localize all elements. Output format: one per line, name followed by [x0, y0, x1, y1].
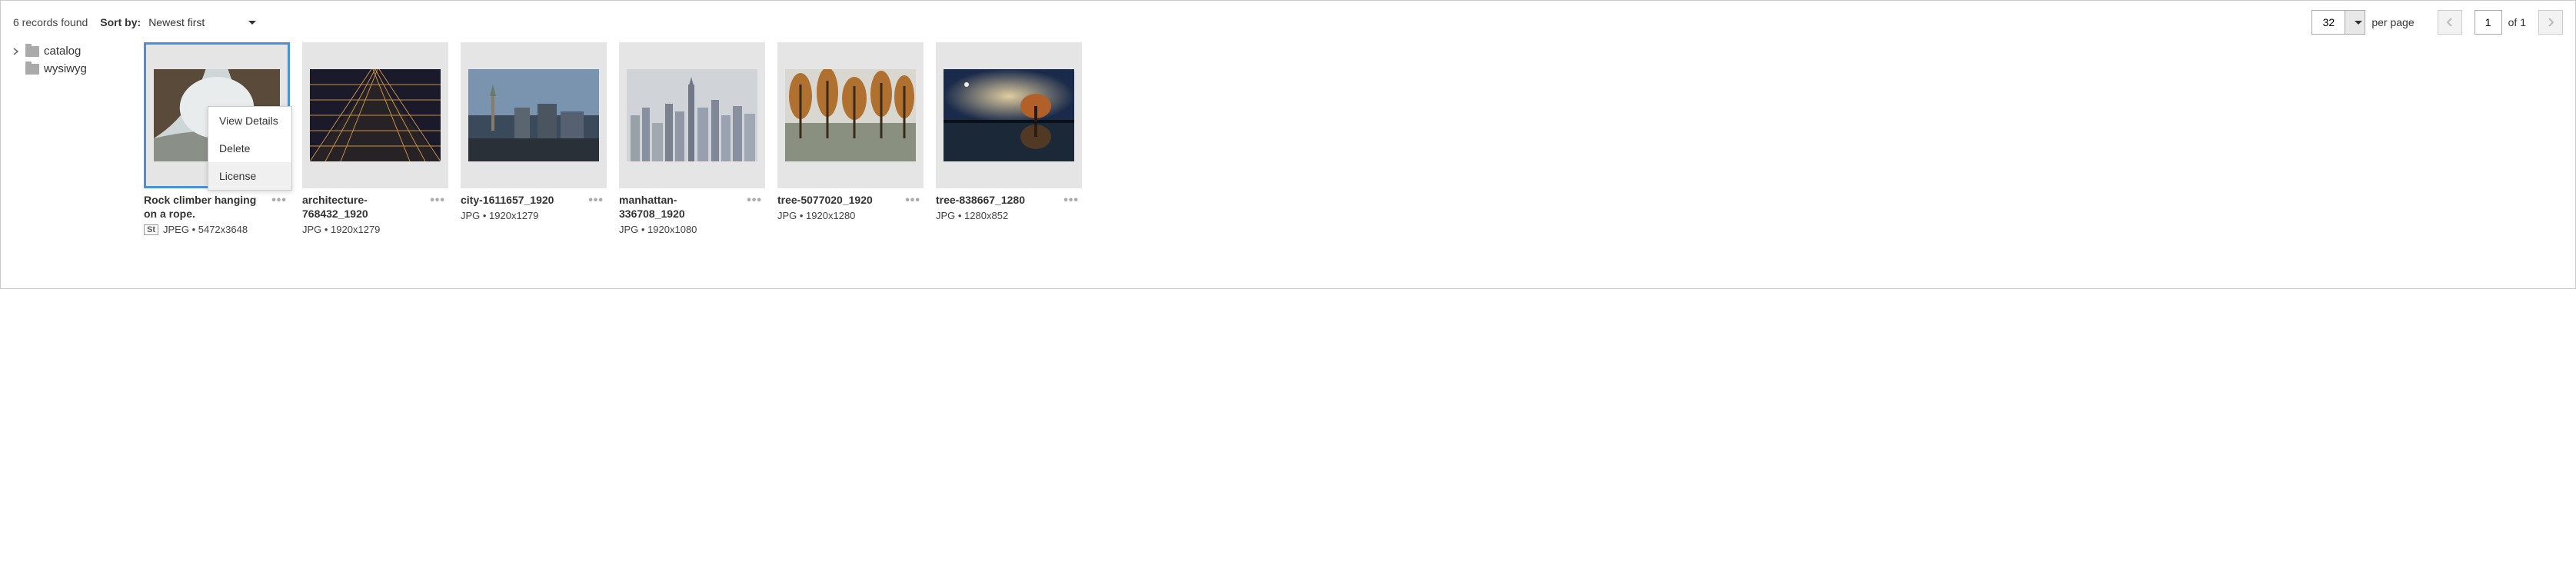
folder-tree: catalog wysiwyg	[13, 42, 144, 235]
more-options-button[interactable]: •••	[268, 193, 290, 208]
page-input[interactable]	[2474, 10, 2502, 35]
sort-value: Newest first	[148, 16, 242, 28]
thumbnail-image	[944, 69, 1074, 161]
thumbnail-wrap[interactable]	[777, 42, 924, 188]
tree-item-label: catalog	[44, 45, 81, 58]
next-page-button[interactable]	[2538, 10, 2563, 35]
card-title: Rock climber hanging on a rope.	[144, 193, 265, 221]
per-page-input[interactable]	[2311, 10, 2345, 35]
gallery-card[interactable]: city-1611657_1920 JPG • 1920x1279 •••	[461, 42, 607, 235]
tree-item-catalog[interactable]: catalog	[13, 42, 144, 60]
prev-page-button[interactable]	[2438, 10, 2462, 35]
folder-icon	[25, 64, 39, 75]
thumbnail-image	[310, 69, 441, 161]
sort-select[interactable]: Newest first	[148, 16, 256, 28]
thumbnail-wrap[interactable]	[936, 42, 1082, 188]
gallery-card[interactable]: View Details Delete License Rock climber…	[144, 42, 290, 235]
tree-item-wysiwyg[interactable]: wysiwyg	[13, 60, 144, 78]
chevron-left-icon	[2447, 18, 2453, 27]
gallery-card[interactable]: manhattan-336708_1920 JPG • 1920x1080 ••…	[619, 42, 765, 235]
card-meta: JPG • 1920x1280	[777, 210, 899, 221]
thumbnail-wrap[interactable]	[619, 42, 765, 188]
more-options-button[interactable]: •••	[744, 193, 765, 208]
context-menu: View Details Delete License	[208, 106, 292, 191]
chevron-right-icon	[13, 48, 24, 55]
card-meta: JPG • 1920x1279	[461, 210, 582, 221]
chevron-right-icon	[2548, 18, 2554, 27]
card-meta: JPG • 1920x1080	[619, 224, 741, 235]
tree-item-label: wysiwyg	[44, 62, 87, 75]
card-meta: JPG • 1920x1279	[302, 224, 424, 235]
card-title: tree-838667_1280	[936, 193, 1057, 207]
image-gallery: View Details Delete License Rock climber…	[144, 42, 1082, 235]
card-title: city-1611657_1920	[461, 193, 582, 207]
folder-icon	[25, 46, 39, 57]
thumbnail-wrap[interactable]: View Details Delete License	[144, 42, 290, 188]
thumbnail-wrap[interactable]	[302, 42, 448, 188]
more-options-button[interactable]: •••	[1060, 193, 1082, 208]
gallery-card[interactable]: architecture-768432_1920 JPG • 1920x1279…	[302, 42, 448, 235]
more-options-button[interactable]: •••	[585, 193, 607, 208]
thumbnail-wrap[interactable]	[461, 42, 607, 188]
thumbnail-image	[468, 69, 599, 161]
card-title: tree-5077020_1920	[777, 193, 899, 207]
per-page-label: per page	[2371, 16, 2414, 28]
card-meta: JPG • 1280x852	[936, 210, 1057, 221]
records-found-label: 6 records found	[13, 16, 88, 28]
card-title: architecture-768432_1920	[302, 193, 424, 221]
sort-by-label: Sort by:	[100, 16, 141, 28]
per-page-dropdown-button[interactable]	[2345, 10, 2365, 35]
stock-badge: St	[144, 224, 158, 235]
chevron-down-icon	[2355, 21, 2362, 25]
gallery-card[interactable]: tree-5077020_1920 JPG • 1920x1280 •••	[777, 42, 924, 235]
card-title: manhattan-336708_1920	[619, 193, 741, 221]
more-options-button[interactable]: •••	[902, 193, 924, 208]
thumbnail-image	[785, 69, 916, 161]
context-menu-license[interactable]: License	[208, 162, 291, 190]
chevron-down-icon	[248, 21, 256, 25]
context-menu-delete[interactable]: Delete	[208, 135, 291, 162]
card-meta: JPEG • 5472x3648	[163, 224, 248, 235]
context-menu-view-details[interactable]: View Details	[208, 107, 291, 135]
thumbnail-image	[627, 69, 757, 161]
more-options-button[interactable]: •••	[427, 193, 448, 208]
page-of-label: of 1	[2508, 16, 2526, 28]
gallery-card[interactable]: tree-838667_1280 JPG • 1280x852 •••	[936, 42, 1082, 235]
